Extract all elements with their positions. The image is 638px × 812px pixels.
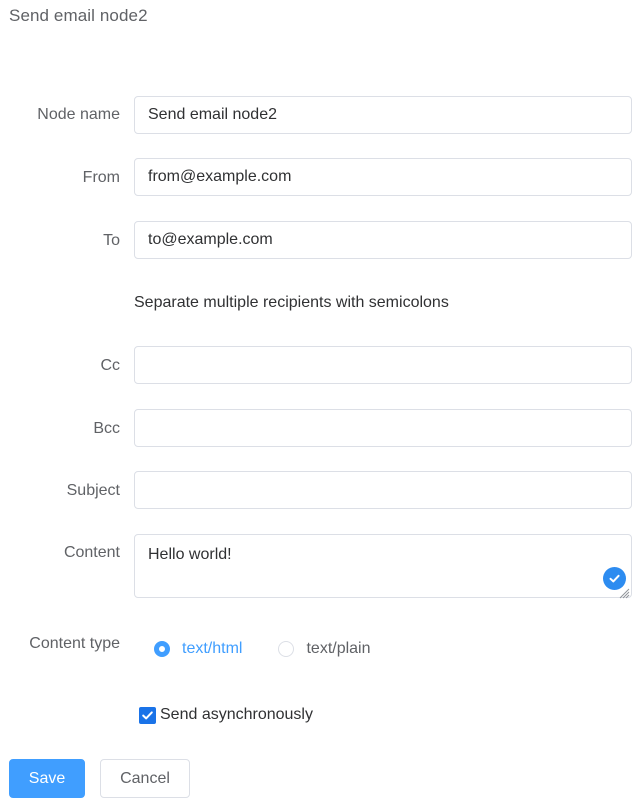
resize-grip-icon[interactable] [618, 584, 630, 599]
cancel-button[interactable]: Cancel [100, 759, 190, 798]
from-input[interactable]: from@example.com [134, 158, 632, 196]
cc-input[interactable] [134, 346, 632, 384]
node-name-row: Node name Send email node2 [0, 96, 638, 136]
to-input[interactable]: to@example.com [134, 221, 632, 259]
content-text: Hello world! [148, 546, 232, 563]
node-name-input[interactable]: Send email node2 [134, 96, 632, 134]
send-async-checkbox[interactable]: Send asynchronously [139, 706, 313, 724]
cc-row: Cc [0, 346, 638, 386]
content-type-radio-group: text/html text/plain [154, 638, 407, 660]
save-button[interactable]: Save [9, 759, 85, 798]
to-row: To to@example.com [0, 221, 638, 261]
radio-option-text-plain[interactable]: text/plain [278, 640, 371, 658]
radio-unchecked-icon [278, 641, 295, 657]
bcc-row: Bcc [0, 409, 638, 449]
content-textarea[interactable]: Hello world! [134, 534, 632, 599]
content-type-label: Content type [29, 635, 120, 652]
from-row: From from@example.com [0, 158, 638, 198]
cc-label: Cc [100, 357, 120, 374]
page-title: Send email node2 [9, 6, 148, 25]
content-row: Content Hello world! [0, 534, 638, 600]
subject-label: Subject [66, 482, 120, 499]
node-name-label: Node name [37, 106, 120, 123]
radio-checked-icon [154, 641, 170, 657]
subject-row: Subject [0, 471, 638, 511]
send-email-node-form: Send email node2 Node name Send email no… [0, 0, 638, 812]
checkbox-checked-icon [139, 706, 156, 724]
to-label: To [103, 232, 120, 249]
content-label: Content [63, 544, 120, 561]
radio-label-text-plain: text/plain [306, 640, 371, 657]
radio-option-text-html[interactable]: text/html [154, 640, 242, 658]
send-async-label: Send asynchronously [160, 706, 313, 723]
recipients-hint: Separate multiple recipients with semico… [134, 294, 449, 311]
from-label: From [82, 169, 120, 186]
bcc-label: Bcc [93, 420, 120, 437]
subject-input[interactable] [134, 471, 632, 509]
bcc-input[interactable] [134, 409, 632, 447]
radio-label-text-html: text/html [182, 640, 243, 657]
